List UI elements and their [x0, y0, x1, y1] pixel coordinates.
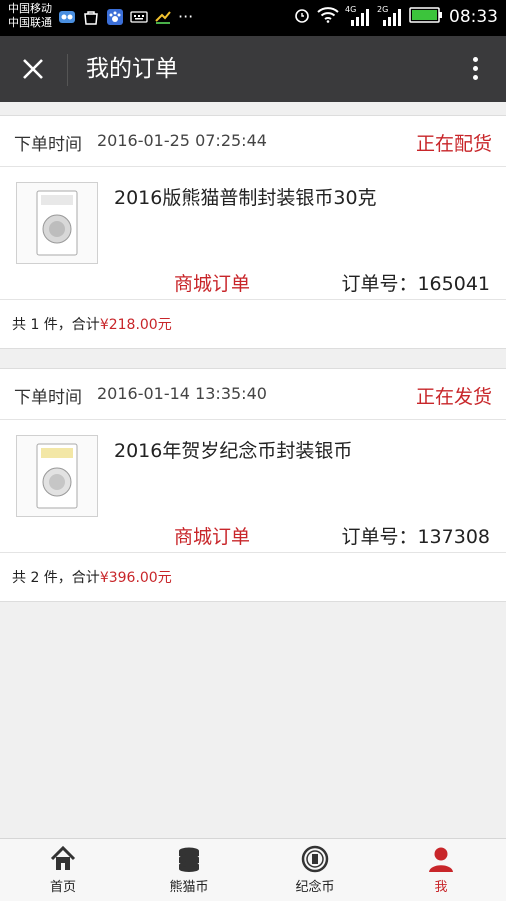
- clock: 08:33: [449, 7, 498, 27]
- nav-panda-coins-label: 熊猫币: [169, 880, 209, 895]
- order-time: 2016-01-14 13:35:40: [97, 384, 267, 403]
- order-status: 正在配货: [415, 133, 492, 155]
- order-body[interactable]: 2016年贺岁纪念币封装银币 商城订单 订单号：137308: [0, 420, 506, 553]
- nav-commemorative[interactable]: 纪念币: [270, 845, 360, 895]
- title-bar: 我的订单: [0, 36, 506, 102]
- paw-icon: [106, 8, 124, 26]
- order-number: 订单号：137308: [341, 522, 490, 549]
- order-status: 正在发货: [415, 386, 492, 408]
- carrier-1: 中国移动: [8, 2, 52, 15]
- order-card[interactable]: 下单时间 2016-01-25 07:25:44 正在配货 2016版熊猫普制封…: [0, 115, 506, 349]
- network-2g-label: 2G: [377, 5, 389, 14]
- signal-2g-icon: 2G: [377, 5, 403, 27]
- order-source: 商城订单: [174, 526, 251, 548]
- order-card[interactable]: 下单时间 2016-01-14 13:35:40 正在发货 2016年贺岁纪念币…: [0, 368, 506, 602]
- status-bar: 中国移动 中国联通 ··· 4G 2G 08:33: [0, 0, 506, 36]
- app-icon: [154, 8, 172, 26]
- more-vertical-icon[interactable]: [470, 54, 480, 84]
- signal-4g-icon: 4G: [345, 5, 371, 27]
- order-summary: 共 2 件，合计¥396.00元: [0, 553, 506, 601]
- cloud-icon: [58, 8, 76, 26]
- keyboard-icon: [130, 8, 148, 26]
- order-total: ¥218.00元: [99, 317, 172, 333]
- order-summary: 共 1 件，合计¥218.00元: [0, 300, 506, 348]
- more-notifications: ···: [178, 7, 194, 26]
- product-name[interactable]: 2016版熊猫普制封装银币30克: [114, 183, 377, 210]
- bottom-nav: 首页 熊猫币 纪念币 我: [0, 838, 506, 901]
- product-name[interactable]: 2016年贺岁纪念币封装银币: [114, 436, 352, 463]
- order-number-label: 订单号：: [341, 273, 418, 295]
- item-count: 共 2 件，合计: [12, 570, 100, 586]
- notification-icons: ···: [58, 8, 193, 26]
- bag-icon: [82, 8, 100, 26]
- order-total: ¥396.00元: [99, 570, 172, 586]
- wifi-icon: [317, 7, 339, 27]
- order-body[interactable]: 2016版熊猫普制封装银币30克 商城订单 订单号：165041: [0, 167, 506, 300]
- battery-icon: [409, 6, 443, 28]
- product-thumbnail[interactable]: [16, 435, 98, 517]
- item-count: 共 1 件，合计: [12, 317, 100, 333]
- order-number-value: 137308: [417, 526, 490, 548]
- alarm-icon: [293, 6, 311, 28]
- commemorative-coin-icon: [301, 845, 329, 873]
- coin-stack-icon: [175, 845, 203, 873]
- order-time-label: 下单时间: [14, 135, 82, 155]
- order-number-value: 165041: [417, 273, 490, 295]
- nav-home-label: 首页: [49, 880, 76, 895]
- network-4g-label: 4G: [345, 5, 357, 14]
- order-time-label: 下单时间: [14, 388, 82, 408]
- page-title: 我的订单: [86, 56, 178, 82]
- nav-home[interactable]: 首页: [18, 845, 108, 895]
- order-header: 下单时间 2016-01-25 07:25:44 正在配货: [0, 116, 506, 167]
- close-icon[interactable]: [18, 54, 48, 84]
- nav-me-label: 我: [434, 880, 448, 895]
- carrier-2: 中国联通: [8, 16, 52, 29]
- order-header: 下单时间 2016-01-14 13:35:40 正在发货: [0, 369, 506, 420]
- user-icon: [427, 845, 455, 873]
- system-icons: 4G 2G 08:33: [293, 5, 498, 28]
- order-time: 2016-01-25 07:25:44: [97, 131, 267, 150]
- nav-commemorative-label: 纪念币: [295, 880, 335, 895]
- order-source: 商城订单: [174, 273, 251, 295]
- home-icon: [49, 845, 77, 873]
- product-thumbnail[interactable]: [16, 182, 98, 264]
- nav-panda-coins[interactable]: 熊猫币: [144, 845, 234, 895]
- carrier-info: 中国移动 中国联通: [8, 2, 52, 30]
- order-number: 订单号：165041: [341, 269, 490, 296]
- title-divider: [67, 54, 68, 86]
- order-number-label: 订单号：: [341, 526, 418, 548]
- nav-me[interactable]: 我: [396, 845, 486, 895]
